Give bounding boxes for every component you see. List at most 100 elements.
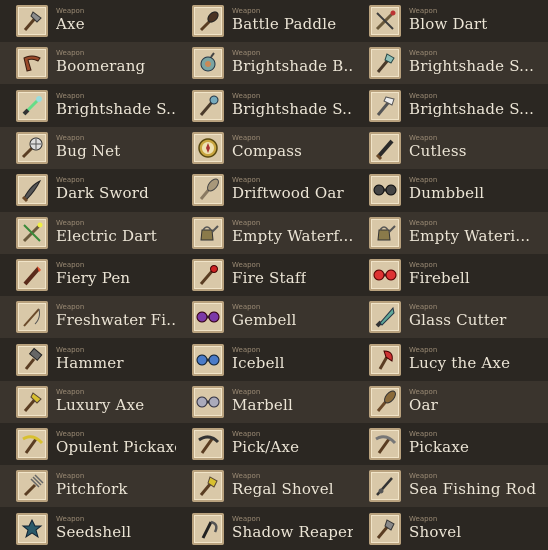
- item-name: Axe: [56, 15, 85, 34]
- item-cell[interactable]: Weapon Battle Paddle: [176, 0, 353, 42]
- item-icon-frame: [192, 89, 224, 122]
- item-category: Weapon: [56, 218, 85, 227]
- item-cell[interactable]: Weapon Oar: [353, 381, 548, 423]
- item-cell[interactable]: Weapon Dark Sword: [0, 169, 176, 211]
- item-name: Brightshade S...: [409, 57, 535, 76]
- item-texts: Weapon Marbell: [232, 388, 293, 414]
- item-name: Lucy the Axe: [409, 353, 511, 372]
- item-cell[interactable]: Weapon Driftwood Oar: [176, 169, 353, 211]
- item-texts: Weapon Electric Dart: [56, 218, 157, 245]
- item-texts: Weapon Shovel: [409, 514, 462, 541]
- item-cell[interactable]: Weapon Gembell: [176, 296, 353, 338]
- item-cell[interactable]: Weapon Icebell: [176, 338, 353, 380]
- regal-shovel-icon: [199, 476, 218, 497]
- item-name: Icebell: [232, 353, 285, 372]
- item-category: Weapon: [409, 303, 438, 312]
- item-cell[interactable]: Weapon Cutless: [353, 127, 548, 169]
- hammer-icon: [24, 347, 43, 370]
- paddle-icon: [199, 11, 219, 32]
- item-cell[interactable]: Weapon Marbell: [176, 381, 353, 423]
- item-cell[interactable]: Weapon Blow Dart: [353, 0, 548, 42]
- item-cell[interactable]: Weapon Dumbbell: [353, 169, 548, 211]
- item-icon-frame: [192, 47, 224, 80]
- item-cell[interactable]: Weapon Opulent Pickaxe: [0, 423, 176, 465]
- item-icon-frame: [16, 5, 48, 38]
- item-category: Weapon: [232, 303, 261, 312]
- item-cell[interactable]: Weapon Pickaxe: [353, 423, 548, 465]
- item-name: Opulent Pickaxe: [56, 438, 176, 457]
- item-cell[interactable]: Weapon Axe: [0, 0, 176, 42]
- item-cell[interactable]: Weapon Empty Waterf...: [176, 211, 353, 253]
- item-cell[interactable]: Weapon Freshwater Fi...: [0, 296, 176, 338]
- item-cell[interactable]: Weapon Brightshade S...: [353, 85, 548, 127]
- axe-icon: [23, 11, 42, 32]
- item-texts: Weapon Icebell: [232, 346, 285, 372]
- item-icon-frame: [369, 343, 401, 376]
- item-icon-frame: [16, 132, 48, 165]
- item-cell[interactable]: Weapon Compass: [176, 127, 353, 169]
- item-category: Weapon: [232, 260, 261, 269]
- item-icon-frame: [192, 428, 224, 461]
- item-cell[interactable]: Weapon Seedshell: [0, 508, 176, 550]
- item-texts: Weapon Boomerang: [56, 49, 145, 75]
- item-name: Pitchfork: [56, 480, 128, 499]
- item-icon-frame: [369, 428, 401, 461]
- item-texts: Weapon Freshwater Fi...: [56, 303, 176, 329]
- item-cell[interactable]: Weapon Hammer: [0, 338, 176, 380]
- item-category: Weapon: [232, 7, 261, 16]
- item-texts: Weapon Opulent Pickaxe: [56, 430, 176, 457]
- item-name: Seedshell: [56, 522, 132, 541]
- item-name: Sea Fishing Rod: [409, 480, 537, 499]
- item-icon-frame: [369, 89, 401, 122]
- item-category: Weapon: [232, 514, 261, 523]
- item-cell[interactable]: Weapon Lucy the Axe: [353, 338, 548, 380]
- item-icon-frame: [16, 216, 48, 249]
- item-category: Weapon: [409, 514, 438, 523]
- item-icon-frame: [192, 174, 224, 207]
- item-texts: Weapon Cutless: [409, 134, 467, 161]
- item-name: Bug Net: [56, 142, 121, 161]
- item-name: Shovel: [409, 522, 462, 541]
- item-cell[interactable]: Weapon Bug Net: [0, 127, 176, 169]
- brightshade-sword-icon: [22, 95, 42, 116]
- item-icon-frame: [369, 216, 401, 249]
- item-cell[interactable]: Weapon Empty Wateri...: [353, 211, 548, 253]
- compass-icon: [198, 138, 218, 158]
- item-cell[interactable]: Weapon Shovel: [353, 508, 548, 550]
- item-icon-frame: [16, 89, 48, 122]
- item-name: Cutless: [409, 142, 467, 161]
- item-cell[interactable]: Weapon Luxury Axe: [0, 381, 176, 423]
- item-icon-frame: [16, 385, 48, 418]
- item-cell[interactable]: Weapon Brightshade S...: [176, 85, 353, 127]
- item-icon-frame: [16, 512, 48, 545]
- item-cell[interactable]: Weapon Electric Dart: [0, 211, 176, 253]
- fire-staff-icon: [199, 264, 218, 285]
- item-cell[interactable]: Weapon Pitchfork: [0, 465, 176, 507]
- item-cell[interactable]: Weapon Regal Shovel: [176, 465, 353, 507]
- item-cell[interactable]: Weapon Glass Cutter: [353, 296, 548, 338]
- item-category: Weapon: [232, 49, 261, 58]
- item-name: Electric Dart: [56, 226, 157, 245]
- brightshade-shovel-icon: [376, 53, 395, 74]
- item-name: Brightshade S...: [232, 99, 353, 118]
- item-texts: Weapon Pitchfork: [56, 472, 128, 499]
- item-cell[interactable]: Weapon Fire Staff: [176, 254, 353, 296]
- item-cell[interactable]: Weapon Brightshade B...: [176, 42, 353, 84]
- item-cell[interactable]: Weapon Pick/Axe: [176, 423, 353, 465]
- item-cell[interactable]: Weapon Boomerang: [0, 42, 176, 84]
- item-cell[interactable]: Weapon Fiery Pen: [0, 254, 176, 296]
- item-texts: Weapon Hammer: [56, 346, 124, 372]
- item-cell[interactable]: Weapon Brightshade S...: [353, 42, 548, 84]
- item-category: Weapon: [409, 260, 438, 269]
- item-name: Pickaxe: [409, 438, 470, 457]
- item-cell[interactable]: Weapon Firebell: [353, 254, 548, 296]
- item-texts: Weapon Pickaxe: [409, 430, 470, 457]
- item-texts: Weapon Luxury Axe: [56, 388, 144, 414]
- item-name: Brightshade B...: [232, 57, 353, 76]
- item-name: Brightshade S...: [56, 99, 176, 118]
- item-cell[interactable]: Weapon Brightshade S...: [0, 85, 176, 127]
- item-cell[interactable]: Weapon Sea Fishing Rod: [353, 465, 548, 507]
- item-icon-frame: [192, 385, 224, 418]
- item-cell[interactable]: Weapon Shadow Reaper: [176, 508, 353, 550]
- item-name: Gembell: [232, 311, 297, 330]
